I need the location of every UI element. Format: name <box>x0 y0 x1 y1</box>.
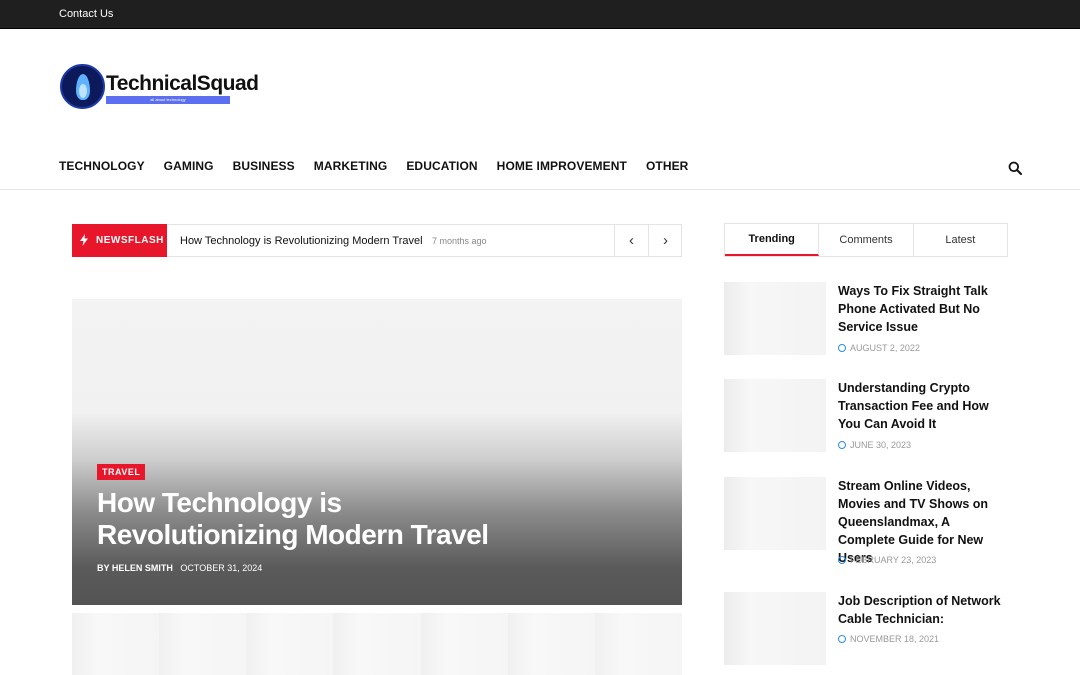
lightning-bolt-icon <box>80 234 88 246</box>
thumbnail-placeholder[interactable] <box>159 613 247 675</box>
thumbnail-placeholder[interactable] <box>420 613 508 675</box>
ticker-next-button[interactable]: › <box>648 224 682 257</box>
sidebar-tabs: Trending Comments Latest <box>724 223 1008 257</box>
newsflash-label-text: NEWSFLASH <box>96 235 164 246</box>
article-date: NOVEMBER 18, 2021 <box>838 634 939 644</box>
article-title-link[interactable]: Stream Online Videos, Movies and TV Show… <box>838 477 1008 567</box>
article-thumbnail[interactable] <box>724 477 826 550</box>
main-nav: TECHNOLOGY GAMING BUSINESS MARKETING EDU… <box>59 159 688 173</box>
nav-item-gaming[interactable]: GAMING <box>164 159 214 173</box>
author-link[interactable]: HELEN SMITH <box>112 563 173 573</box>
article-date-text: NOVEMBER 18, 2021 <box>850 634 940 644</box>
tab-trending[interactable]: Trending <box>725 224 820 256</box>
article-date: JUNE 30, 2023 <box>838 440 911 450</box>
article-thumbnail[interactable] <box>724 282 826 355</box>
article-thumbnail[interactable] <box>724 592 826 665</box>
ticker-time: 7 months ago <box>432 236 487 246</box>
newsflash-label: NEWSFLASH <box>72 224 167 257</box>
thumbnail-placeholder[interactable] <box>594 613 682 675</box>
chevron-right-icon: › <box>663 232 668 249</box>
clock-icon <box>838 635 846 643</box>
featured-article-meta: BY HELEN SMITH OCTOBER 31, 2024 <box>97 563 262 573</box>
logo-wordmark: TechnicalSquad <box>106 72 259 95</box>
article-title-link[interactable]: Understanding Crypto Transaction Fee and… <box>838 379 1008 433</box>
chevron-left-icon: ‹ <box>629 232 634 249</box>
clock-icon <box>838 344 846 352</box>
thumbnail-strip <box>72 613 682 675</box>
newsflash-ticker: NEWSFLASH How Technology is Revolutioniz… <box>72 224 682 257</box>
nav-item-technology[interactable]: TECHNOLOGY <box>59 159 145 173</box>
article-date-text: FEBRUARY 23, 2023 <box>850 555 937 565</box>
featured-article-title[interactable]: How Technology is Revolutionizing Modern… <box>97 487 517 551</box>
tab-latest[interactable]: Latest <box>914 224 1007 256</box>
featured-article[interactable]: TRAVEL How Technology is Revolutionizing… <box>72 299 682 605</box>
nav-divider <box>0 189 1080 190</box>
logo-emblem-icon <box>60 64 105 109</box>
byline-prefix: BY <box>97 563 110 573</box>
article-thumbnail[interactable] <box>724 379 826 452</box>
nav-item-marketing[interactable]: MARKETING <box>314 159 388 173</box>
thumbnail-placeholder[interactable] <box>333 613 421 675</box>
article-date-text: AUGUST 2, 2022 <box>850 343 920 353</box>
nav-item-education[interactable]: EDUCATION <box>406 159 477 173</box>
clock-icon <box>838 556 846 564</box>
article-title-link[interactable]: Ways To Fix Straight Talk Phone Activate… <box>838 282 1008 336</box>
ticker-prev-button[interactable]: ‹ <box>614 224 648 257</box>
category-badge[interactable]: TRAVEL <box>97 464 146 480</box>
nav-item-other[interactable]: OTHER <box>646 159 689 173</box>
article-date: OCTOBER 31, 2024 <box>180 563 263 573</box>
article-date: FEBRUARY 23, 2023 <box>838 555 936 565</box>
nav-item-business[interactable]: BUSINESS <box>233 159 295 173</box>
thumbnail-placeholder[interactable] <box>246 613 334 675</box>
site-logo[interactable]: TechnicalSquad all about technology <box>60 64 260 112</box>
top-bar: Contact Us <box>0 0 1080 29</box>
thumbnail-placeholder[interactable] <box>72 613 160 675</box>
logo-tagline: all about technology <box>106 96 230 104</box>
article-title-link[interactable]: Job Description of Network Cable Technic… <box>838 592 1008 628</box>
article-date: AUGUST 2, 2022 <box>838 343 920 353</box>
clock-icon <box>838 441 846 449</box>
tab-comments[interactable]: Comments <box>819 224 914 256</box>
article-date-text: JUNE 30, 2023 <box>850 440 912 450</box>
search-icon[interactable] <box>1008 161 1022 175</box>
ticker-headline-link[interactable]: How Technology is Revolutionizing Modern… <box>180 235 423 247</box>
contact-us-link[interactable]: Contact Us <box>59 8 113 20</box>
nav-item-home-improvement[interactable]: HOME IMPROVEMENT <box>497 159 627 173</box>
thumbnail-placeholder[interactable] <box>507 613 595 675</box>
